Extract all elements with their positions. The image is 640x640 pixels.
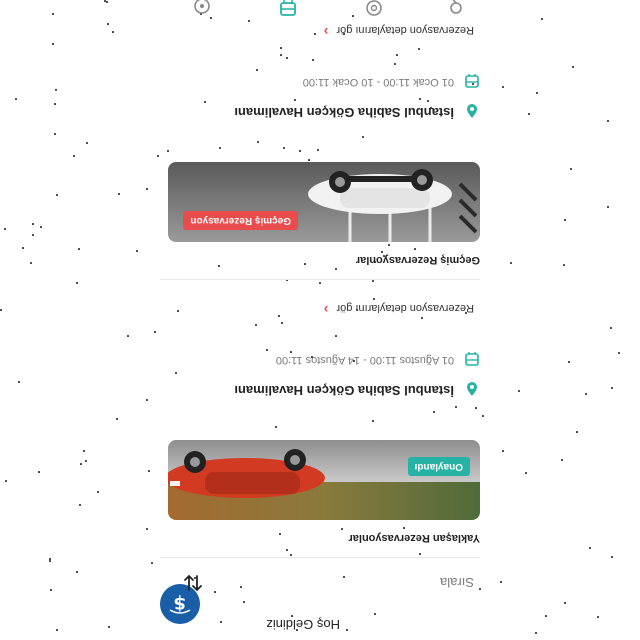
calendar-bus-icon	[465, 352, 479, 366]
upcoming-car-image[interactable]: Onaylandı	[168, 440, 480, 520]
sort-label: Sırala	[440, 575, 474, 590]
sort-bar[interactable]: Sırala	[160, 557, 480, 602]
upcoming-dates: 01 Ağustos 11:00 - 14 Ağustos 11:00	[275, 354, 454, 366]
past-car-photo	[168, 162, 480, 242]
location-pin-icon[interactable]	[446, 0, 466, 16]
settings-gear-icon[interactable]	[364, 0, 384, 18]
past-dates: 01 Ocak 11:00 - 10 Ocak 11:00	[302, 76, 454, 88]
section-title-past: Geçmiş Rezervasyonlar	[355, 254, 480, 266]
calendar-bus-icon	[465, 74, 479, 88]
past-location: İstanbul Sabiha Gökçen Havalimanı	[234, 105, 454, 120]
bus-icon[interactable]	[278, 0, 298, 18]
chevron-right-icon: ›	[323, 24, 329, 40]
upcoming-details-link[interactable]: Rezervasyon detaylarını gör ›	[324, 300, 474, 318]
app-screen-rotated: Hoş Geldiniz $ Sırala Yaklaşan Rezervasy…	[0, 0, 640, 640]
upcoming-car-photo	[168, 440, 480, 520]
location-drop-icon	[467, 382, 477, 396]
past-dates-row: 01 Ocak 11:00 - 10 Ocak 11:00	[160, 70, 480, 90]
section-title-upcoming: Yaklaşan Rezervasyonlar	[348, 532, 480, 544]
section-divider	[160, 279, 480, 280]
location-drop-icon	[467, 104, 477, 118]
past-car-image[interactable]: Geçmiş Rezervasyon	[168, 162, 480, 242]
upcoming-dates-row: 01 Ağustos 11:00 - 14 Ağustos 11:00	[160, 348, 480, 368]
steering-wheel-icon[interactable]	[192, 0, 212, 16]
sort-arrows-icon[interactable]	[182, 572, 204, 594]
past-details-label: Rezervasyon detaylarını gör	[336, 24, 474, 36]
past-location-row: İstanbul Sabiha Gökçen Havalimanı	[160, 100, 480, 120]
past-details-link[interactable]: Rezervasyon detaylarını gör ›	[324, 22, 474, 40]
status-badge-past: Geçmiş Rezervasyon	[183, 211, 298, 230]
upcoming-location: İstanbul Sabiha Gökçen Havalimanı	[234, 383, 454, 398]
status-badge-confirmed: Onaylandı	[407, 457, 470, 476]
chevron-right-icon: ›	[323, 302, 329, 318]
upcoming-location-row: İstanbul Sabiha Gökçen Havalimanı	[160, 378, 480, 398]
welcome-title: Hoş Geldiniz	[266, 617, 340, 632]
upcoming-details-label: Rezervasyon detaylarını gör	[336, 302, 474, 314]
